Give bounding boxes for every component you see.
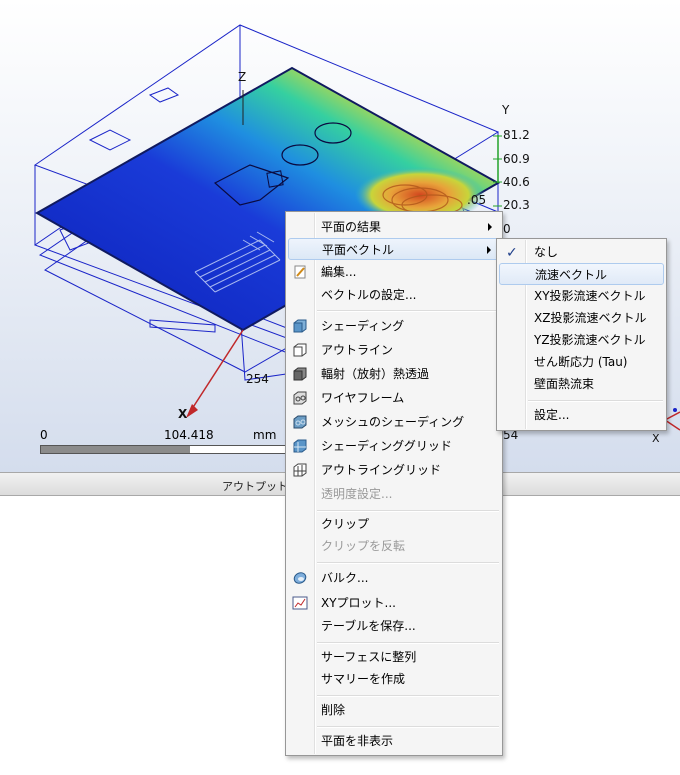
checkmark-icon: ✓ (506, 245, 518, 261)
xy-plot-icon (292, 595, 308, 611)
context-menu: 平面の結果 平面ベクトル 編集... ベクトルの設定... シェーディング アウ… (285, 211, 503, 756)
menu-item-edit[interactable]: 編集... (288, 261, 500, 283)
legend-value: 40.6 (503, 175, 530, 189)
submenu-item-label: せん断応力 (Tau) (534, 355, 628, 369)
menu-item-label: 平面の結果 (321, 220, 382, 234)
menu-separator (528, 400, 663, 402)
menu-item-label: シェーディンググリッド (321, 439, 452, 453)
menu-item-create-summary[interactable]: サマリーを作成 (288, 668, 500, 690)
menu-item-hide-plane[interactable]: 平面を非表示 (288, 730, 500, 752)
menu-item-vector-settings[interactable]: ベクトルの設定... (288, 284, 500, 306)
scale-bar (40, 445, 290, 454)
menu-item-outline[interactable]: アウトライン (288, 339, 500, 361)
dimension-label: 254 (246, 372, 269, 386)
legend-value: 20.3 (503, 198, 530, 212)
dimension-label: .05 (467, 193, 487, 207)
menu-item-plane-vectors[interactable]: 平面ベクトル (288, 238, 500, 260)
menu-separator (317, 726, 499, 728)
menu-item-label: クリップを反転 (321, 539, 406, 553)
menu-separator (317, 310, 499, 312)
menu-separator (317, 510, 499, 512)
menu-item-label: アウトライングリッド (321, 463, 442, 477)
menu-item-xy-plot[interactable]: XYプロット... (288, 592, 500, 614)
submenu-item-xy-projected-vectors[interactable]: XY投影流速ベクトル (499, 285, 664, 307)
menu-item-transparency-settings[interactable]: 透明度設定... (288, 483, 500, 505)
outline-cube-icon (292, 342, 308, 358)
submenu-item-wall-heat-flux[interactable]: 壁面熱流束 (499, 373, 664, 395)
submenu-item-label: XZ投影流速ベクトル (534, 311, 647, 325)
menu-item-plane-results[interactable]: 平面の結果 (288, 216, 500, 238)
menu-item-label: バルク... (321, 571, 369, 585)
submenu-item-label: XY投影流速ベクトル (534, 289, 646, 303)
menu-item-label: メッシュのシェーディング (321, 415, 465, 429)
plane-vectors-submenu: ✓ なし 流速ベクトル XY投影流速ベクトル XZ投影流速ベクトル YZ投影流速… (496, 238, 667, 431)
legend-value: 81.2 (503, 128, 530, 142)
menu-separator (317, 562, 499, 564)
menu-item-align-to-surface[interactable]: サーフェスに整列 (288, 646, 500, 668)
submenu-arrow-icon (488, 223, 492, 231)
menu-item-clip[interactable]: クリップ (288, 513, 500, 535)
menu-item-label: 編集... (321, 265, 357, 279)
submenu-item-yz-projected-vectors[interactable]: YZ投影流速ベクトル (499, 329, 664, 351)
menu-item-bulk[interactable]: バルク... (288, 567, 500, 589)
submenu-item-label: なし (534, 245, 559, 259)
menu-item-label: 平面を非表示 (321, 734, 394, 748)
bulk-icon (292, 570, 308, 586)
scale-bar-fill (41, 446, 190, 453)
z-axis-label: Z (238, 70, 247, 84)
menu-item-label: テーブルを保存... (321, 619, 416, 633)
scale-mid-label: 104.418 (164, 428, 214, 442)
shading-grid-icon (292, 438, 308, 454)
menu-item-label: クリップ (321, 517, 370, 531)
submenu-item-label: 設定... (534, 408, 570, 422)
submenu-item-none[interactable]: ✓ なし (499, 241, 664, 263)
triad-x-label: X (652, 432, 660, 445)
y-axis-label: Y (502, 103, 510, 117)
wireframe-cube-icon (292, 390, 308, 406)
menu-item-shading[interactable]: シェーディング (288, 315, 500, 337)
x-axis-label: X (178, 407, 188, 421)
menu-item-label: サーフェスに整列 (321, 650, 417, 664)
menu-item-label: ベクトルの設定... (321, 288, 417, 302)
menu-item-radiation[interactable]: 輻射（放射）熱透過 (288, 363, 500, 385)
menu-separator (317, 695, 499, 697)
menu-item-invert-clip[interactable]: クリップを反転 (288, 535, 500, 557)
menu-item-label: ワイヤフレーム (321, 391, 405, 405)
edit-icon (292, 264, 308, 280)
scale-unit-label: mm (253, 428, 277, 442)
menu-item-shading-grid[interactable]: シェーディンググリッド (288, 435, 500, 457)
menu-item-label: サマリーを作成 (321, 672, 406, 686)
submenu-item-shear-stress[interactable]: せん断応力 (Tau) (499, 351, 664, 373)
menu-item-label: 透明度設定... (321, 487, 393, 501)
menu-item-label: 削除 (321, 703, 346, 717)
submenu-item-flow-vectors[interactable]: 流速ベクトル (499, 263, 664, 285)
menu-item-label: XYプロット... (321, 596, 396, 610)
submenu-item-xz-projected-vectors[interactable]: XZ投影流速ベクトル (499, 307, 664, 329)
legend-value: 60.9 (503, 152, 530, 166)
menu-item-outline-grid[interactable]: アウトライングリッド (288, 459, 500, 481)
menu-item-save-table[interactable]: テーブルを保存... (288, 615, 500, 637)
menu-item-label: シェーディング (321, 319, 405, 333)
menu-item-label: 輻射（放射）熱透過 (321, 367, 430, 381)
submenu-item-label: 流速ベクトル (535, 268, 608, 282)
menu-item-delete[interactable]: 削除 (288, 699, 500, 721)
submenu-item-label: YZ投影流速ベクトル (534, 333, 646, 347)
mesh-shading-icon (292, 414, 308, 430)
radiation-cube-icon (292, 366, 308, 382)
legend-value: 0 (503, 222, 511, 236)
outline-grid-icon (292, 462, 308, 478)
submenu-item-label: 壁面熱流束 (534, 377, 595, 391)
menu-item-label: アウトライン (321, 343, 394, 357)
menu-item-wireframe[interactable]: ワイヤフレーム (288, 387, 500, 409)
menu-separator (317, 642, 499, 644)
submenu-arrow-icon (487, 246, 491, 254)
menu-item-label: 平面ベクトル (322, 243, 395, 257)
scale-start-label: 0 (40, 428, 48, 442)
shaded-cube-icon (292, 318, 308, 334)
menu-item-mesh-shading[interactable]: メッシュのシェーディング (288, 411, 500, 433)
submenu-item-settings[interactable]: 設定... (499, 404, 664, 426)
